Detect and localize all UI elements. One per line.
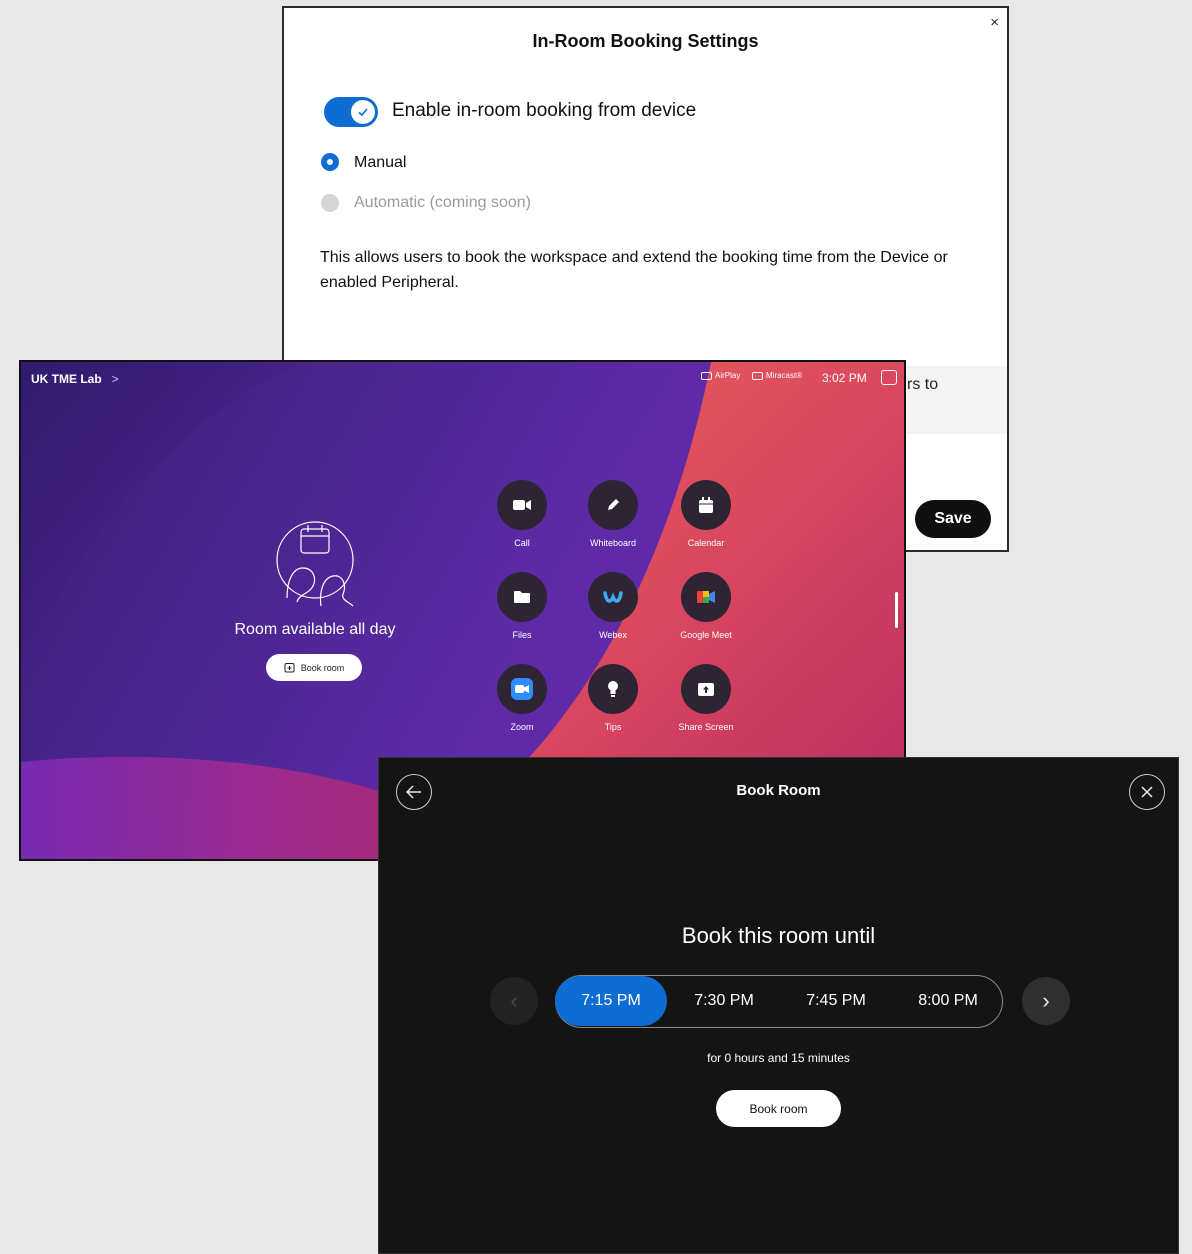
app-label: Files bbox=[512, 630, 532, 640]
dialog-title: In-Room Booking Settings bbox=[532, 31, 759, 51]
app-tips[interactable]: Tips bbox=[583, 664, 643, 732]
chevron-left-icon: ‹ bbox=[510, 988, 518, 1013]
lightbulb-icon bbox=[588, 664, 638, 714]
app-google-meet[interactable]: Google Meet bbox=[676, 572, 736, 640]
airplay-status[interactable]: AirPlay bbox=[701, 371, 740, 380]
app-label: Share Screen bbox=[678, 722, 734, 732]
app-files[interactable]: Files bbox=[492, 572, 552, 640]
scrollbar[interactable] bbox=[895, 592, 898, 628]
app-webex[interactable]: Webex bbox=[583, 572, 643, 640]
manual-radio-label: Manual bbox=[354, 154, 407, 171]
miracast-label: Miracast® bbox=[766, 371, 803, 380]
close-icon[interactable]: × bbox=[990, 14, 999, 31]
app-call[interactable]: Call bbox=[492, 480, 552, 548]
automatic-radio bbox=[321, 194, 339, 212]
miracast-status[interactable]: Miracast® bbox=[752, 371, 802, 380]
time-option[interactable]: 7:45 PM bbox=[792, 976, 880, 1026]
automatic-radio-label: Automatic (coming soon) bbox=[354, 194, 531, 211]
app-label: Tips bbox=[604, 722, 622, 732]
room-name[interactable]: UK TME Lab > bbox=[31, 372, 119, 386]
book-room-button[interactable]: Book room bbox=[266, 654, 362, 681]
enable-booking-toggle[interactable] bbox=[324, 97, 378, 127]
airplay-label: AirPlay bbox=[715, 371, 741, 380]
app-label: Whiteboard bbox=[589, 538, 637, 548]
video-camera-icon bbox=[497, 480, 547, 530]
app-label: Webex bbox=[599, 630, 627, 640]
control-panel-icon[interactable] bbox=[881, 370, 897, 385]
calendar-icon bbox=[681, 480, 731, 530]
time-selector: 7:15 PM 7:30 PM 7:45 PM 8:00 PM bbox=[555, 975, 1003, 1028]
obscured-text: rs to bbox=[907, 376, 939, 393]
time-option[interactable]: 8:00 PM bbox=[904, 976, 992, 1026]
calendar-plus-icon bbox=[284, 663, 295, 673]
chevron-right-icon: > bbox=[111, 372, 119, 386]
time-option[interactable]: 7:30 PM bbox=[680, 976, 768, 1026]
clock: 3:02 PM bbox=[822, 371, 867, 385]
folder-icon bbox=[497, 572, 547, 622]
close-icon bbox=[1141, 786, 1153, 798]
webex-icon bbox=[588, 572, 638, 622]
chevron-right-icon: › bbox=[1042, 988, 1050, 1013]
app-label: Call bbox=[514, 538, 530, 548]
manual-radio[interactable] bbox=[321, 153, 339, 171]
miracast-icon bbox=[752, 371, 763, 380]
booking-description: This allows users to book the workspace … bbox=[320, 249, 948, 291]
app-calendar[interactable]: Calendar bbox=[676, 480, 736, 548]
app-zoom[interactable]: Zoom bbox=[492, 664, 552, 732]
app-label: Google Meet bbox=[680, 630, 732, 640]
previous-times-button: ‹ bbox=[490, 977, 538, 1025]
app-share-screen[interactable]: Share Screen bbox=[676, 664, 736, 732]
close-button[interactable] bbox=[1129, 774, 1165, 810]
book-room-label: Book room bbox=[300, 662, 345, 673]
book-room-title: Book Room bbox=[736, 782, 821, 799]
zoom-icon bbox=[497, 664, 547, 714]
book-until-heading: Book this room until bbox=[681, 923, 876, 948]
booking-duration: for 0 hours and 15 minutes bbox=[707, 1051, 850, 1065]
room-availability: Room available all day bbox=[234, 621, 396, 638]
book-room-screen: Book Room Book this room until ‹ 7:15 PM… bbox=[378, 757, 1179, 1254]
confirm-book-room-button[interactable]: Book room bbox=[716, 1090, 841, 1127]
app-whiteboard[interactable]: Whiteboard bbox=[583, 480, 643, 548]
pencil-icon bbox=[588, 480, 638, 530]
next-times-button[interactable]: › bbox=[1022, 977, 1070, 1025]
google-meet-icon bbox=[681, 572, 731, 622]
checkmark-icon bbox=[351, 100, 375, 124]
airplay-icon bbox=[701, 371, 712, 380]
toggle-label: Enable in-room booking from device bbox=[392, 100, 697, 121]
save-button[interactable]: Save bbox=[915, 500, 991, 538]
room-name-label: UK TME Lab bbox=[31, 372, 102, 386]
app-label: Calendar bbox=[687, 538, 725, 548]
time-option-selected[interactable]: 7:15 PM bbox=[555, 976, 667, 1026]
share-screen-icon bbox=[681, 664, 731, 714]
room-illustration-icon bbox=[276, 521, 354, 607]
app-label: Zoom bbox=[510, 722, 534, 732]
